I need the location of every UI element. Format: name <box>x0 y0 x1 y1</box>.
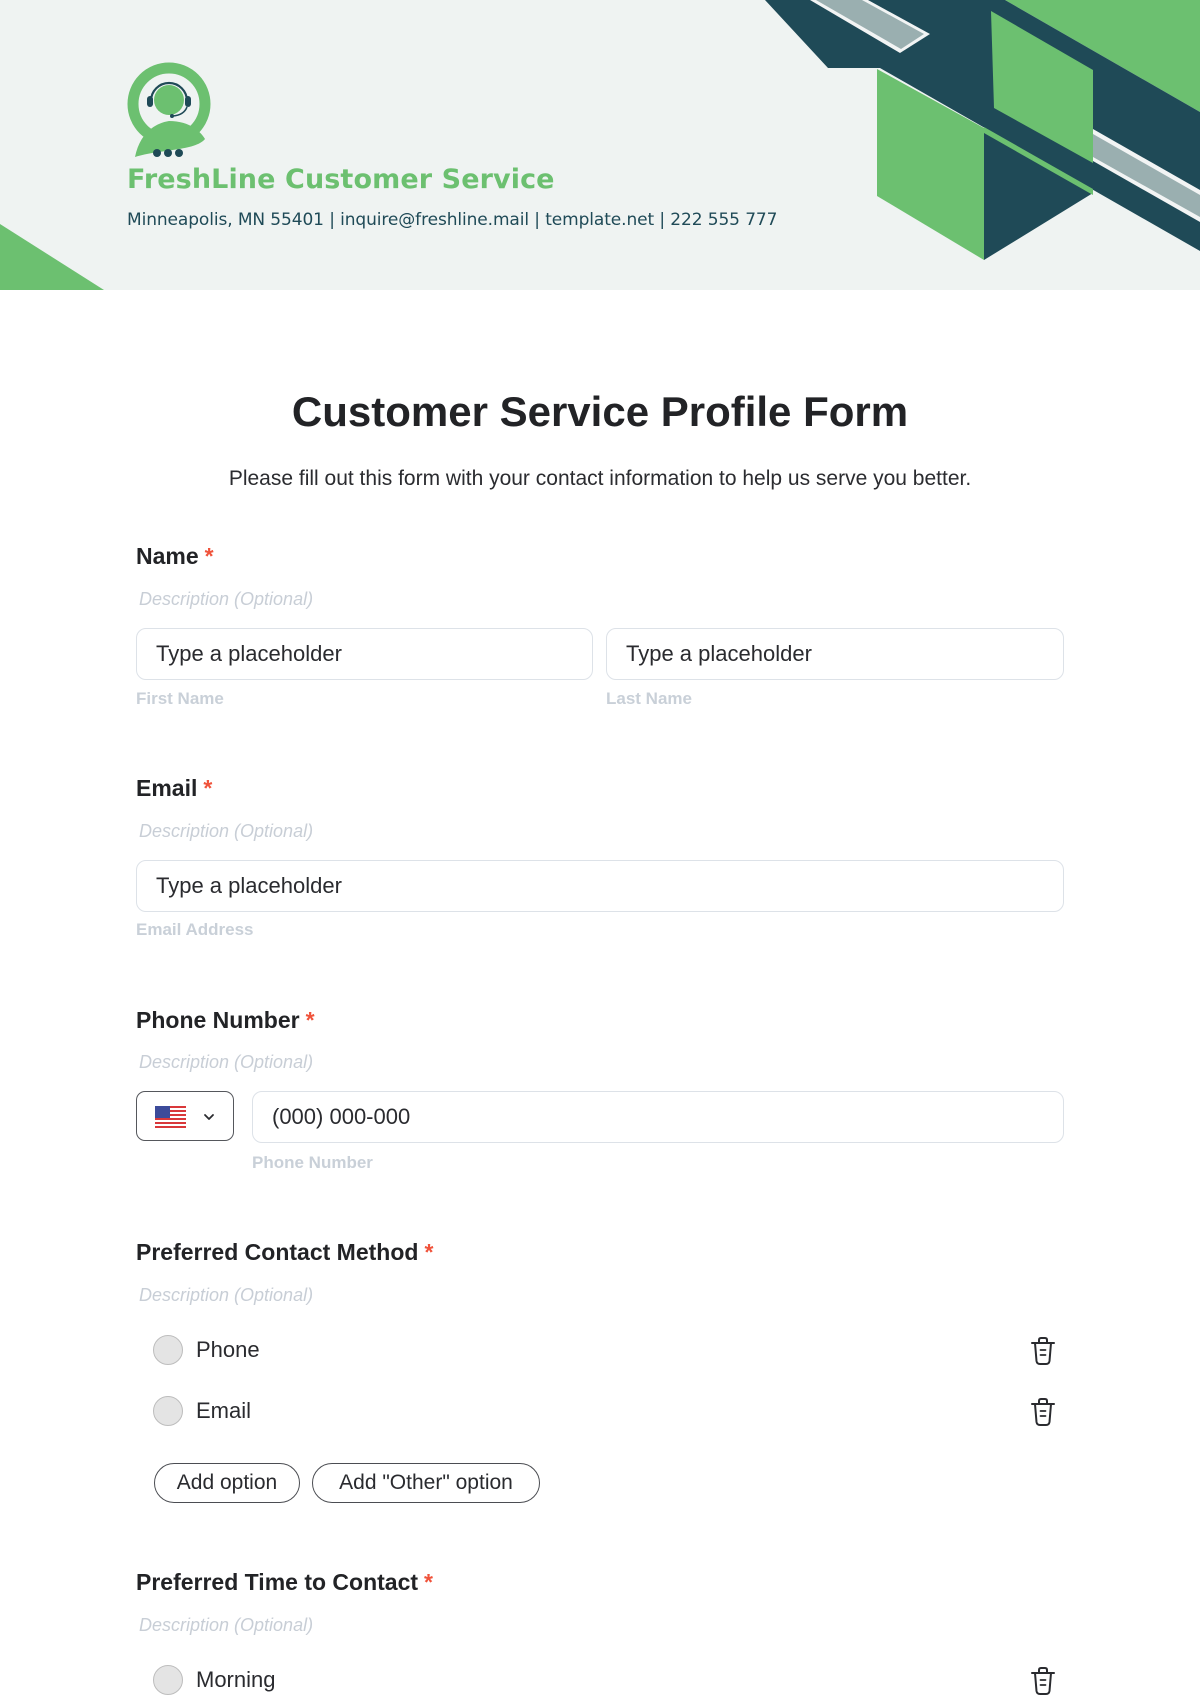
last-name-placeholder: Type a placeholder <box>626 641 812 666</box>
add-option-button[interactable]: Add option <box>154 1463 300 1503</box>
us-flag-icon <box>155 1106 186 1128</box>
country-code-select[interactable] <box>136 1091 234 1141</box>
option-label[interactable]: Phone <box>196 1337 260 1363</box>
question-contact-method-label[interactable]: Preferred Contact Method * <box>136 1239 433 1266</box>
company-contact-info: Minneapolis, MN 55401 | inquire@freshlin… <box>127 210 778 230</box>
add-other-option-button[interactable]: Add "Other" option <box>312 1463 540 1503</box>
phone-placeholder: (000) 000-000 <box>272 1104 411 1129</box>
last-name-input[interactable]: Type a placeholder <box>606 628 1064 680</box>
required-asterisk: * <box>424 1569 433 1595</box>
radio-button[interactable] <box>153 1335 183 1365</box>
form-subtitle: Please fill out this form with your cont… <box>228 467 972 490</box>
company-name: FreshLine Customer Service <box>127 164 555 195</box>
option-label[interactable]: Morning <box>196 1667 275 1693</box>
last-name-sublabel: Last Name <box>606 689 692 708</box>
question-label-text: Email <box>136 775 198 801</box>
page-header: FreshLine Customer Service Minneapolis, … <box>0 0 1200 290</box>
option-row: Email <box>153 1394 1063 1428</box>
question-label-text: Preferred Contact Method <box>136 1239 419 1265</box>
question-phone-description[interactable]: Description (Optional) <box>139 1052 313 1073</box>
required-asterisk: * <box>305 1007 315 1033</box>
question-name-label[interactable]: Name * <box>136 543 214 570</box>
form-title: Customer Service Profile Form <box>291 388 909 435</box>
required-asterisk: * <box>204 543 214 569</box>
question-email-label[interactable]: Email * <box>136 775 212 802</box>
phone-number-input[interactable]: (000) 000-000 <box>252 1091 1064 1143</box>
trash-icon[interactable] <box>1029 1397 1057 1427</box>
phone-sublabel: Phone Number <box>252 1153 373 1172</box>
chevron-down-icon <box>204 1114 214 1120</box>
question-contact-time-description[interactable]: Description (Optional) <box>139 1615 313 1636</box>
first-name-input[interactable]: Type a placeholder <box>136 628 593 680</box>
option-label[interactable]: Email <box>196 1398 251 1424</box>
first-name-sublabel: First Name <box>136 689 224 708</box>
required-asterisk: * <box>203 775 213 801</box>
required-asterisk: * <box>424 1239 434 1265</box>
question-email-description[interactable]: Description (Optional) <box>139 821 313 842</box>
question-label-text: Phone Number <box>136 1007 300 1033</box>
question-name-description[interactable]: Description (Optional) <box>139 589 313 610</box>
first-name-placeholder: Type a placeholder <box>156 641 342 666</box>
radio-button[interactable] <box>153 1665 183 1695</box>
option-row: Phone <box>153 1333 1063 1367</box>
email-placeholder: Type a placeholder <box>156 873 342 898</box>
option-row: Morning <box>153 1663 1063 1697</box>
trash-icon[interactable] <box>1029 1666 1057 1696</box>
question-phone-label[interactable]: Phone Number * <box>136 1007 315 1034</box>
decor-triangle-left <box>0 224 104 290</box>
question-contact-method-description[interactable]: Description (Optional) <box>139 1285 313 1306</box>
email-input[interactable]: Type a placeholder <box>136 860 1064 912</box>
radio-button[interactable] <box>153 1396 183 1426</box>
headset-agent-logo-icon <box>127 62 211 157</box>
question-label-text: Name <box>136 543 199 569</box>
question-contact-time-label[interactable]: Preferred Time to Contact * <box>136 1569 433 1596</box>
question-label-text: Preferred Time to Contact <box>136 1569 419 1595</box>
email-sublabel: Email Address <box>136 920 254 939</box>
trash-icon[interactable] <box>1029 1336 1057 1366</box>
